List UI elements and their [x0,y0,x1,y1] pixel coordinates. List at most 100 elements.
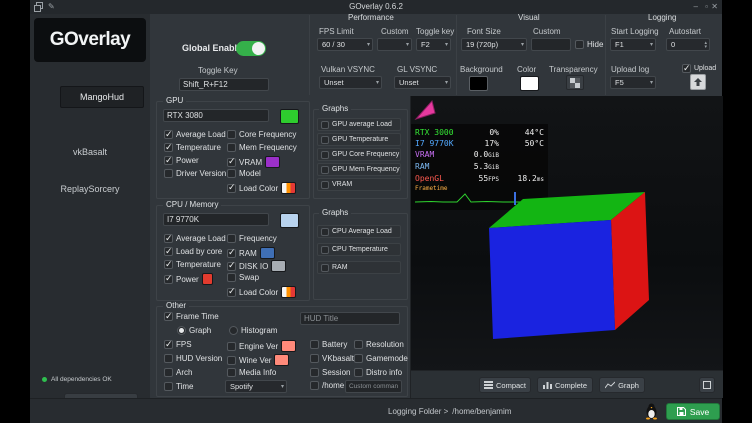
toggle-key-label: Toggle Key [198,66,238,75]
time-checkbox[interactable]: Time [164,382,193,391]
custom-command-input[interactable] [345,380,402,393]
session-checkbox[interactable]: Session [310,368,350,377]
ram-color-swatch[interactable] [260,247,275,259]
panel-toggle-button[interactable] [699,377,715,393]
sidebar-item-replaysorcery[interactable]: ReplaySorcery [30,184,150,194]
logging-folder[interactable]: Logging Folder > /home/benjamim [388,407,511,416]
gpu-graph-average-load-checkbox[interactable]: GPU average Load [317,118,401,131]
media-player-select[interactable]: Spotify▾ [225,380,287,393]
upload-button[interactable] [690,74,706,90]
divider [456,15,457,95]
cpu-load-by-core-checkbox[interactable]: Load by core [164,247,222,256]
gpu-group-title: GPU [163,96,186,105]
power-color-swatch[interactable] [202,273,213,285]
gpu-average-load-checkbox[interactable]: Average Load [164,130,226,139]
engine-ver-color-swatch[interactable] [281,340,296,352]
checkbox-icon [164,234,173,243]
gpu-name-input[interactable] [163,109,269,122]
disk-io-color-swatch[interactable] [271,260,286,272]
cpu-name-input[interactable] [163,213,269,226]
resolution-checkbox[interactable]: Resolution [354,340,404,349]
compact-button[interactable]: Compact [479,377,531,393]
sidebar-item-mangohud[interactable]: MangoHud [60,86,144,108]
gpu-core-frequency-checkbox[interactable]: Core Frequency [227,130,296,139]
hide-checkbox[interactable]: Hide [575,40,603,49]
fps-custom-select[interactable]: ▾ [377,38,412,51]
graph-radio[interactable]: Graph [177,326,211,335]
ram-checkbox[interactable]: RAM [227,247,275,259]
wine-ver-color-swatch[interactable] [274,354,289,366]
gpu-power-checkbox[interactable]: Power [164,156,199,165]
text-color-swatch[interactable] [520,76,539,91]
close-icon[interactable]: ✕ [711,2,718,12]
gpu-vram-checkbox[interactable]: VRAM [227,156,280,168]
vram-color-swatch[interactable] [265,156,280,168]
save-button[interactable]: Save [666,403,720,420]
frame-time-checkbox[interactable]: Frame Time [164,312,219,321]
gpu-model-checkbox[interactable]: Model [227,169,261,178]
battery-checkbox[interactable]: Battery [310,340,347,349]
fps-limit-select[interactable]: 60 / 30▾ [317,38,373,51]
disk-io-checkbox[interactable]: DISK IO [227,260,286,272]
gpu-color-swatch[interactable] [280,109,299,124]
upload-log-select[interactable]: F5▾ [610,76,656,89]
sidebar-item-vkbasalt[interactable]: vkBasalt [30,147,150,157]
cpu-color-swatch[interactable] [280,213,299,228]
spinner-arrows-icon[interactable]: ▴▾ [704,41,707,49]
vkbasalt-checkbox[interactable]: VKbasalt [310,354,354,363]
hud-title-input[interactable] [300,312,400,325]
autostart-spinner[interactable]: 0▴▾ [666,38,710,51]
transparency-label: Transparency [549,65,598,74]
gpu-load-color-checkbox[interactable]: Load Color [227,182,296,194]
minimize-icon[interactable]: – [694,2,698,12]
gpu-mem-frequency-checkbox[interactable]: Mem Frequency [227,143,297,152]
cpu-temperature-checkbox[interactable]: Temperature [164,260,221,269]
load-color-swatch[interactable] [281,182,296,194]
media-info-checkbox[interactable]: Media Info [227,368,276,377]
wine-ver-checkbox[interactable]: Wine Ver [227,354,289,366]
cpu-load-color-checkbox[interactable]: Load Color [227,286,296,298]
gpu-graph-temperature-checkbox[interactable]: GPU Temperature [317,133,401,146]
global-enable-toggle[interactable] [236,41,266,56]
background-color-swatch[interactable] [469,76,488,91]
gamemode-checkbox[interactable]: Gamemode [354,354,408,363]
graph-button[interactable]: Graph [599,377,645,393]
screen: ✎ GOverlay 0.6.2 – ▫ ✕ GOverlay MangoHud… [0,0,752,423]
fps-checkbox[interactable]: FPS [164,340,192,349]
gpu-graph-core-frequency-checkbox[interactable]: GPU Core Frequency [317,148,401,161]
maximize-icon[interactable]: ▫ [705,2,708,12]
cpu-graph-temperature-checkbox[interactable]: CPU Temperature [317,243,401,256]
hud-version-checkbox[interactable]: HUD Version [164,354,222,363]
load-color-swatch[interactable] [281,286,296,298]
checkbox-icon [321,151,329,159]
perf-toggle-key-select[interactable]: F2▾ [416,38,451,51]
cpu-average-load-checkbox[interactable]: Average Load [164,234,226,243]
start-logging-select[interactable]: F1▾ [610,38,656,51]
font-size-select[interactable]: 19 (720p)▾ [461,38,527,51]
arch-checkbox[interactable]: Arch [164,368,192,377]
radio-icon [229,326,238,335]
checkbox-icon [164,382,173,391]
complete-button[interactable]: Complete [537,377,593,393]
toggle-key-input[interactable] [179,78,269,91]
checkbox-icon [682,64,691,73]
cpu-graph-average-load-checkbox[interactable]: CPU Average Load [317,225,401,238]
gpu-temperature-checkbox[interactable]: Temperature [164,143,221,152]
gl-vsync-select[interactable]: Unset▾ [394,76,451,89]
transparency-button[interactable] [566,75,584,90]
cpu-frequency-checkbox[interactable]: Frequency [227,234,277,243]
cpu-power-checkbox[interactable]: Power [164,273,213,285]
cpu-graph-ram-checkbox[interactable]: RAM [317,261,401,274]
font-size-custom-input[interactable] [531,38,571,51]
position-cursor-icon[interactable] [413,98,437,122]
gpu-graph-mem-frequency-checkbox[interactable]: GPU Mem Frequency [317,163,401,176]
gpu-driver-version-checkbox[interactable]: Driver Version [164,169,226,178]
vulkan-vsync-select[interactable]: Unset▾ [319,76,382,89]
upload-checkbox[interactable]: Upload [682,64,716,73]
gpu-graph-vram-checkbox[interactable]: VRAM [317,178,401,191]
engine-ver-checkbox[interactable]: Engine Ver [227,340,296,352]
home-checkbox[interactable]: /home [310,381,344,390]
distro-info-checkbox[interactable]: Distro info [354,368,402,377]
histogram-radio[interactable]: Histogram [229,326,277,335]
swap-checkbox[interactable]: Swap [227,273,259,282]
